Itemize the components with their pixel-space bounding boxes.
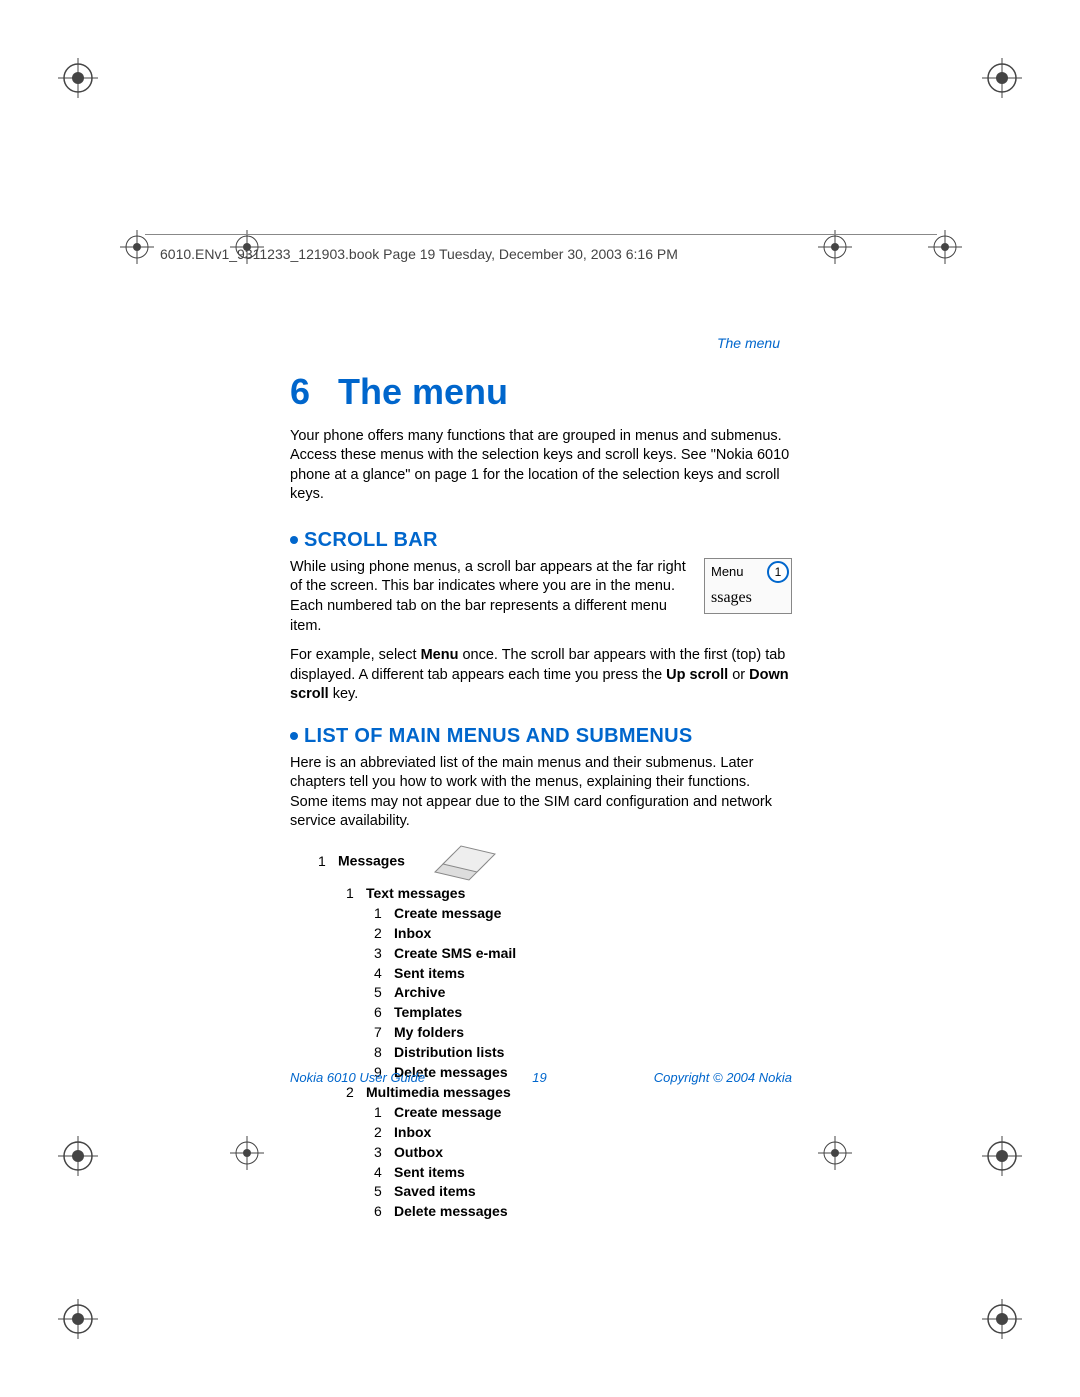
crop-mark-br [982,1299,1022,1339]
label: Inbox [394,1124,431,1140]
num: 1 [374,904,394,923]
num: 6 [374,1003,394,1022]
menu-item: 4Sent items [374,1163,792,1182]
header-book-info: 6010.ENv1_9311233_121903.book Page 19 Tu… [160,246,678,262]
list-section-intro: Here is an abbreviated list of the main … [290,754,792,832]
crop-mark-bl [58,1299,98,1339]
menu-item: 1Create message [374,904,792,923]
crop-mark-tr [982,58,1022,98]
chapter-title: 6The menu [290,368,792,417]
num: 2 [346,1083,366,1102]
num: 8 [374,1043,394,1062]
footer-page-number: 19 [532,1070,546,1085]
messages-icon [429,842,499,882]
num: 4 [374,964,394,983]
num: 4 [374,1163,394,1182]
menu-item: 2Inbox [374,924,792,943]
p2-b1: Menu [421,647,459,663]
illustration-menu-label: Menu [711,564,744,579]
menu-list: 1Messages 1Text messages 1Create message… [290,842,792,1221]
label: Inbox [394,925,431,941]
p2-pre: For example, select [290,647,421,663]
num: 1 [374,1103,394,1122]
p2-b2: Up scroll [666,667,728,683]
label: Archive [394,984,445,1000]
header-mark-mid2 [818,230,852,264]
chapter-title-text: The menu [338,371,508,412]
scrollbar-para2: For example, select Menu once. The scrol… [290,646,792,705]
menu-item: 6Delete messages [374,1202,792,1221]
menu-item-messages: 1Messages [318,842,792,882]
menu-item: 3Outbox [374,1143,792,1162]
label: Create message [394,905,501,921]
bullet-icon [290,536,298,544]
num: 3 [374,1143,394,1162]
label: Multimedia messages [366,1084,511,1100]
page: 6010.ENv1_9311233_121903.book Page 19 Tu… [0,0,1080,1397]
label: Create SMS e-mail [394,945,516,961]
num: 1 [346,884,366,903]
crop-mark-right [982,1136,1022,1176]
label: Distribution lists [394,1044,504,1060]
menu-item: 5Saved items [374,1182,792,1201]
footer-left: Nokia 6010 User Guide [290,1070,425,1085]
content-area: 6The menu Your phone offers many functio… [290,368,792,1222]
menu-item: 6Templates [374,1003,792,1022]
num: 1 [318,852,338,871]
illustration-tab-number: 1 [767,561,789,583]
header-mark-left [120,230,154,264]
num: 6 [374,1202,394,1221]
footer-mark-right [818,1136,852,1170]
menu-item-text-messages: 1Text messages [346,884,792,903]
num: 7 [374,1023,394,1042]
num: 3 [374,944,394,963]
section-heading-text: LIST OF MAIN MENUS AND SUBMENUS [304,725,693,747]
num: 5 [374,983,394,1002]
num: 5 [374,1182,394,1201]
label: Sent items [394,1164,465,1180]
menu-item: 2Inbox [374,1123,792,1142]
bullet-icon [290,732,298,740]
footer-right: Copyright © 2004 Nokia [654,1070,792,1085]
scrollbar-illustration: Menu 1 ssages [704,558,792,614]
menu-item: 5Archive [374,983,792,1002]
num: 2 [374,1123,394,1142]
menu-item: 4Sent items [374,964,792,983]
menu-item-multimedia-messages: 2Multimedia messages [346,1083,792,1102]
label: My folders [394,1024,464,1040]
menu-item: 7My folders [374,1023,792,1042]
section-heading-text: SCROLL BAR [304,529,438,551]
label: Create message [394,1104,501,1120]
section-scroll-bar: SCROLL BAR [290,527,792,554]
label: Saved items [394,1183,476,1199]
menu-item: 8Distribution lists [374,1043,792,1062]
crop-mark-left [58,1136,98,1176]
menu-item: 1Create message [374,1103,792,1122]
label: Sent items [394,965,465,981]
label: Outbox [394,1144,443,1160]
p2-mid2: or [728,667,749,683]
menu-item: 3Create SMS e-mail [374,944,792,963]
p2-end: key. [329,686,359,702]
label: Templates [394,1004,462,1020]
header-mark-right [928,230,962,264]
label: Text messages [366,885,465,901]
section-list-menus: LIST OF MAIN MENUS AND SUBMENUS [290,723,792,750]
num: 2 [374,924,394,943]
label: Delete messages [394,1203,508,1219]
label: Messages [338,853,405,869]
footer: Nokia 6010 User Guide 19 Copyright © 200… [290,1070,792,1085]
running-head: The menu [717,335,780,351]
footer-mark-left [230,1136,264,1170]
header-rule [145,234,937,235]
chapter-number: 6 [290,368,338,417]
crop-mark-tl [58,58,98,98]
chapter-intro: Your phone offers many functions that ar… [290,427,792,505]
illustration-ssages: ssages [711,587,785,609]
